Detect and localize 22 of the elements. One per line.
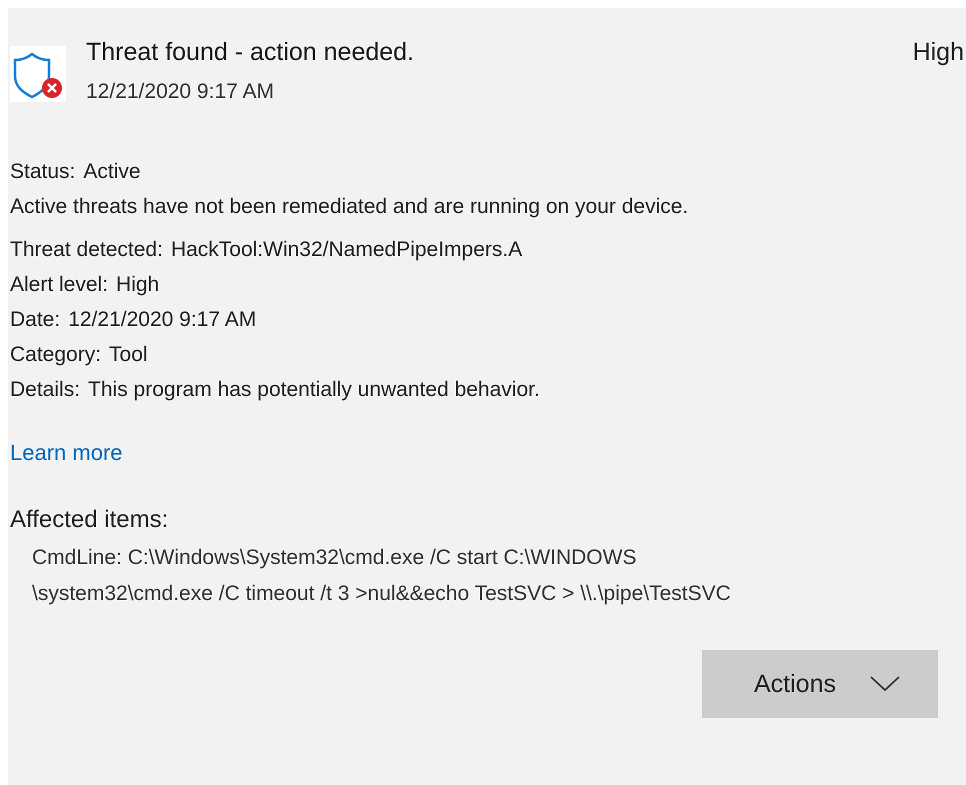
field-value: Tool (109, 343, 148, 366)
status-description: Active threats have not been remediated and are running on your device. (10, 194, 690, 220)
field-value: Active (83, 160, 141, 183)
field-value: High (116, 273, 160, 296)
field-label: Date: (10, 308, 60, 331)
chevron-down-icon (870, 676, 900, 692)
threat-date: 12/21/2020 9:17 AM (86, 80, 275, 104)
field-label: Alert level: (10, 273, 108, 296)
field-label: Status: (10, 160, 76, 183)
field-value: HackTool:Win32/NamedPipeImpers.A (170, 238, 522, 261)
shield-error-icon (10, 46, 66, 102)
command-line-text: CmdLine: C:\Windows\System32\cmd.exe /C start C:\WINDOWS \system32\cmd.exe /C timeout /t 3 >nul&&echo TestSVC > \\.\pipe\TestSVC (32, 545, 732, 607)
threat-title: Threat found - action needed. (86, 37, 416, 68)
learn-more-link[interactable]: Learn more (10, 440, 123, 465)
field-value: This program has potentially unwanted behavior. (88, 378, 540, 401)
field-label: Details: (10, 378, 80, 401)
field-label: Category: (10, 343, 102, 366)
severity-label: High (912, 37, 964, 68)
actions-button[interactable]: Actions (702, 650, 938, 718)
field-value: 12/21/2020 9:17 AM (68, 308, 256, 331)
affected-items-heading: Affected items: (10, 506, 170, 534)
field-label: Threat detected: (10, 238, 163, 261)
